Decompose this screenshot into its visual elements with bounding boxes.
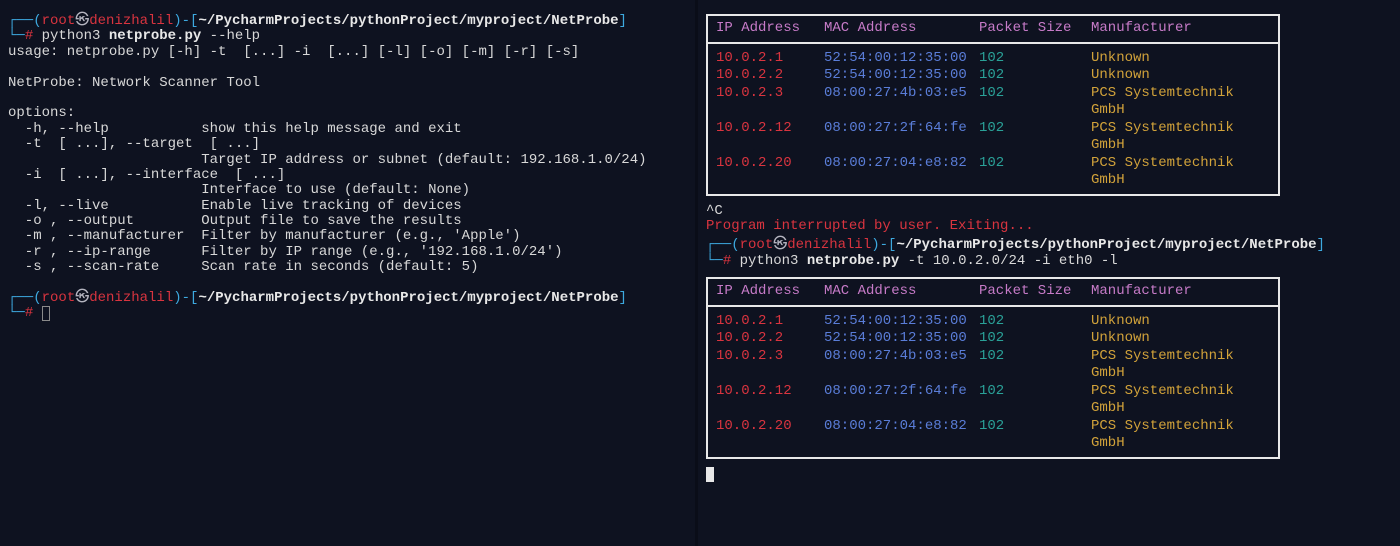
table-row: 10.0.2.1208:00:27:2f:64:fe102PCS Systemt…: [708, 120, 1278, 155]
table-row: 10.0.2.308:00:27:4b:03:e5102PCS Systemte…: [708, 85, 1278, 120]
cell-ip: 10.0.2.1: [708, 50, 816, 68]
cell-mfr: PCS Systemtechnik GmbH: [1083, 85, 1278, 120]
col-header-mfr: Manufacturer: [1083, 279, 1278, 305]
cell-ip: 10.0.2.12: [708, 120, 816, 155]
cell-mac: 08:00:27:2f:64:fe: [816, 383, 971, 418]
table-row: 10.0.2.2008:00:27:04:e8:82102PCS Systemt…: [708, 418, 1278, 453]
table-row: 10.0.2.1208:00:27:2f:64:fe102PCS Systemt…: [708, 383, 1278, 418]
blank: [8, 276, 687, 291]
cell-ip: 10.0.2.2: [708, 330, 816, 348]
cell-pkt: 102: [971, 348, 1083, 383]
cell-ip: 10.0.2.20: [708, 418, 816, 453]
option-line: -t [ ...], --target [ ...]: [8, 137, 687, 152]
cell-mfr: Unknown: [1083, 50, 1278, 68]
cell-mfr: PCS Systemtechnik GmbH: [1083, 348, 1278, 383]
cell-pkt: 102: [971, 85, 1083, 120]
cell-mfr: PCS Systemtechnik GmbH: [1083, 120, 1278, 155]
cell-ip: 10.0.2.2: [708, 67, 816, 85]
table-header-row: IP Address MAC Address Packet Size Manuf…: [708, 279, 1278, 307]
prompt-input-empty[interactable]: └─#: [8, 306, 687, 321]
cell-ip: 10.0.2.12: [708, 383, 816, 418]
cursor-icon: [706, 467, 714, 482]
prompt-line-2: ┌──(root㉿denizhalil)-[~/PycharmProjects/…: [8, 291, 687, 306]
table-body: 10.0.2.152:54:00:12:35:00102Unknown10.0.…: [708, 44, 1278, 194]
col-header-pkt: Packet Size: [971, 16, 1083, 42]
cell-mac: 52:54:00:12:35:00: [816, 67, 971, 85]
cell-mac: 08:00:27:04:e8:82: [816, 155, 971, 190]
interrupt-signal: ^C: [706, 204, 1392, 219]
cursor-line[interactable]: [706, 467, 1392, 482]
table-row: 10.0.2.152:54:00:12:35:00102Unknown: [708, 313, 1278, 331]
options-header: options:: [8, 106, 687, 121]
left-terminal-pane[interactable]: ┌──(root㉿denizhalil)-[~/PycharmProjects/…: [0, 0, 695, 546]
cell-mfr: Unknown: [1083, 330, 1278, 348]
option-line: -l, --live Enable live tracking of devic…: [8, 199, 687, 214]
cell-mfr: PCS Systemtechnik GmbH: [1083, 383, 1278, 418]
col-header-ip: IP Address: [708, 279, 816, 305]
cursor-icon: [42, 306, 50, 321]
cell-mac: 52:54:00:12:35:00: [816, 330, 971, 348]
tool-title: NetProbe: Network Scanner Tool: [8, 76, 687, 91]
blank: [8, 91, 687, 106]
blank: [8, 60, 687, 75]
option-line: -s , --scan-rate Scan rate in seconds (d…: [8, 260, 687, 275]
col-header-mac: MAC Address: [816, 16, 971, 42]
cell-mac: 08:00:27:4b:03:e5: [816, 85, 971, 120]
table-row: 10.0.2.252:54:00:12:35:00102Unknown: [708, 330, 1278, 348]
option-line: -h, --help show this help message and ex…: [8, 122, 687, 137]
cell-mac: 08:00:27:2f:64:fe: [816, 120, 971, 155]
cell-ip: 10.0.2.3: [708, 348, 816, 383]
option-line: -r , --ip-range Filter by IP range (e.g.…: [8, 245, 687, 260]
command-line-scan: └─# python3 netprobe.py -t 10.0.2.0/24 -…: [706, 254, 1392, 269]
table-row: 10.0.2.308:00:27:4b:03:e5102PCS Systemte…: [708, 348, 1278, 383]
table-row: 10.0.2.152:54:00:12:35:00102Unknown: [708, 50, 1278, 68]
cell-pkt: 102: [971, 313, 1083, 331]
cell-mac: 08:00:27:04:e8:82: [816, 418, 971, 453]
command-line-help: └─# python3 netprobe.py --help: [8, 29, 687, 44]
interrupt-message: Program interrupted by user. Exiting...: [706, 219, 1392, 234]
cell-mac: 52:54:00:12:35:00: [816, 313, 971, 331]
cell-pkt: 102: [971, 383, 1083, 418]
table-header-row: IP Address MAC Address Packet Size Manuf…: [708, 16, 1278, 44]
cell-pkt: 102: [971, 67, 1083, 85]
cell-pkt: 102: [971, 120, 1083, 155]
cell-pkt: 102: [971, 418, 1083, 453]
cell-mfr: Unknown: [1083, 313, 1278, 331]
cell-ip: 10.0.2.20: [708, 155, 816, 190]
table-row: 10.0.2.2008:00:27:04:e8:82102PCS Systemt…: [708, 155, 1278, 190]
cell-mac: 08:00:27:4b:03:e5: [816, 348, 971, 383]
right-terminal-pane[interactable]: IP Address MAC Address Packet Size Manuf…: [698, 0, 1400, 546]
cell-pkt: 102: [971, 330, 1083, 348]
option-line: Target IP address or subnet (default: 19…: [8, 153, 687, 168]
results-table-2: IP Address MAC Address Packet Size Manuf…: [706, 277, 1280, 459]
table-body: 10.0.2.152:54:00:12:35:00102Unknown10.0.…: [708, 307, 1278, 457]
cell-mfr: PCS Systemtechnik GmbH: [1083, 155, 1278, 190]
results-table-1: IP Address MAC Address Packet Size Manuf…: [706, 14, 1280, 196]
cell-pkt: 102: [971, 155, 1083, 190]
option-line: Interface to use (default: None): [8, 183, 687, 198]
cell-pkt: 102: [971, 50, 1083, 68]
cell-mfr: PCS Systemtechnik GmbH: [1083, 418, 1278, 453]
col-header-mac: MAC Address: [816, 279, 971, 305]
cell-ip: 10.0.2.1: [708, 313, 816, 331]
col-header-mfr: Manufacturer: [1083, 16, 1278, 42]
table-row: 10.0.2.252:54:00:12:35:00102Unknown: [708, 67, 1278, 85]
option-line: -o , --output Output file to save the re…: [8, 214, 687, 229]
col-header-pkt: Packet Size: [971, 279, 1083, 305]
option-line: -m , --manufacturer Filter by manufactur…: [8, 229, 687, 244]
usage-line: usage: netprobe.py [-h] -t [...] -i [...…: [8, 45, 687, 60]
cell-mac: 52:54:00:12:35:00: [816, 50, 971, 68]
cell-mfr: Unknown: [1083, 67, 1278, 85]
prompt-line-3: ┌──(root㉿denizhalil)-[~/PycharmProjects/…: [706, 238, 1392, 253]
option-line: -i [ ...], --interface [ ...]: [8, 168, 687, 183]
cell-ip: 10.0.2.3: [708, 85, 816, 120]
col-header-ip: IP Address: [708, 16, 816, 42]
